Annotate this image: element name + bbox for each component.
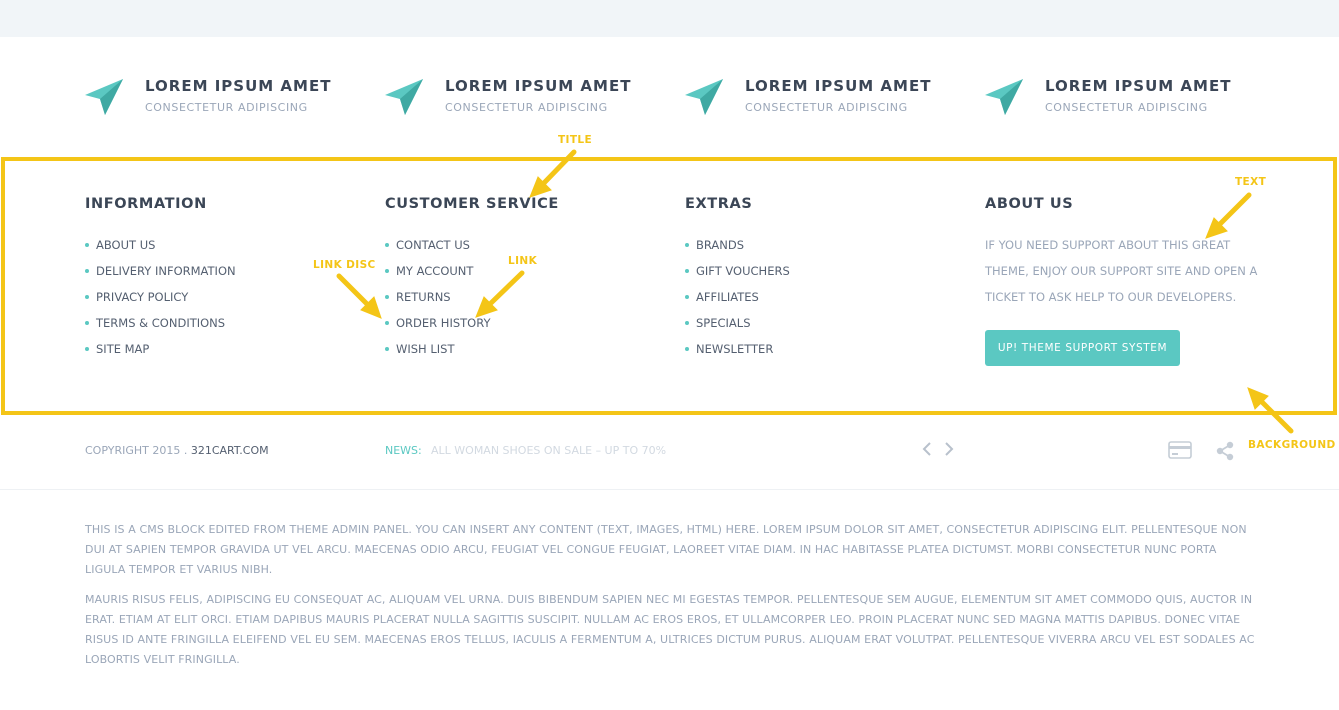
feature-title: LOREM IPSUM AMET	[1045, 77, 1232, 95]
footer-link-gift-vouchers[interactable]: GIFT VOUCHERS	[685, 258, 790, 284]
footer-link-privacy-policy[interactable]: PRIVACY POLICY	[85, 284, 236, 310]
link-label: ABOUT US	[96, 238, 156, 252]
footer-column-about-us: ABOUT US IF YOU NEED SUPPORT ABOUT THIS …	[985, 196, 1275, 366]
column-title: INFORMATION	[85, 196, 207, 212]
link-label: RETURNS	[396, 290, 451, 304]
footer-link-wish-list[interactable]: WISH LIST	[385, 336, 559, 362]
annotation-link-disc: LINK DISC	[313, 259, 376, 271]
link-label: CONTACT US	[396, 238, 470, 252]
annotation-text: TEXT	[1235, 176, 1267, 188]
link-label: WISH LIST	[396, 342, 455, 356]
footer-link-affiliates[interactable]: AFFILIATES	[685, 284, 790, 310]
feature-subtitle: CONSECTETUR ADIPISCING	[445, 101, 608, 114]
cms-paragraph: THIS IS A CMS BLOCK EDITED FROM THEME AD…	[85, 523, 1247, 576]
link-disc	[385, 347, 389, 351]
feature-item: LOREM IPSUM AMET CONSECTETUR ADIPISCING	[85, 75, 365, 119]
footer-link-order-history[interactable]: ORDER HISTORY	[385, 310, 559, 336]
footer-link-delivery-information[interactable]: DELIVERY INFORMATION	[85, 258, 236, 284]
link-label: MY ACCOUNT	[396, 264, 474, 278]
link-disc	[685, 347, 689, 351]
chevron-left-icon[interactable]	[918, 438, 936, 460]
paper-plane-icon	[985, 79, 1023, 115]
footer-link-about-us[interactable]: ABOUT US	[85, 232, 236, 258]
paper-plane-icon	[385, 79, 423, 115]
link-disc	[85, 295, 89, 299]
feature-item: LOREM IPSUM AMET CONSECTETUR ADIPISCING	[385, 75, 665, 119]
copyright-site-link[interactable]: 321CART.COM	[191, 444, 269, 457]
copyright: COPYRIGHT 2015 . 321CART.COM	[85, 444, 269, 457]
link-list: BRANDS GIFT VOUCHERS AFFILIATES SPECIALS…	[685, 232, 790, 362]
footer-link-specials[interactable]: SPECIALS	[685, 310, 790, 336]
link-label: GIFT VOUCHERS	[696, 264, 790, 278]
footer-link-returns[interactable]: RETURNS	[385, 284, 559, 310]
link-disc	[685, 269, 689, 273]
footer-link-newsletter[interactable]: NEWSLETTER	[685, 336, 790, 362]
link-label: BRANDS	[696, 238, 745, 252]
about-text: IF YOU NEED SUPPORT ABOUT THIS GREAT THE…	[985, 238, 1258, 304]
link-disc	[85, 269, 89, 273]
link-disc	[385, 295, 389, 299]
footer-column-extras: EXTRAS BRANDS GIFT VOUCHERS AFFILIATES S…	[685, 196, 790, 362]
link-list: CONTACT US MY ACCOUNT RETURNS ORDER HIST…	[385, 232, 559, 362]
feature-title: LOREM IPSUM AMET	[745, 77, 932, 95]
footer-link-terms-conditions[interactable]: TERMS & CONDITIONS	[85, 310, 236, 336]
credit-card-icon	[1168, 441, 1192, 459]
link-disc	[685, 243, 689, 247]
footer-column-information: INFORMATION ABOUT US DELIVERY INFORMATIO…	[85, 196, 236, 362]
feature-item: LOREM IPSUM AMET CONSECTETUR ADIPISCING	[985, 75, 1265, 119]
link-label: AFFILIATES	[696, 290, 759, 304]
link-disc	[85, 321, 89, 325]
link-label: SPECIALS	[696, 316, 751, 330]
feature-row: LOREM IPSUM AMET CONSECTETUR ADIPISCING …	[0, 37, 1339, 157]
link-label: TERMS & CONDITIONS	[96, 316, 226, 330]
link-disc	[385, 321, 389, 325]
feature-subtitle: CONSECTETUR ADIPISCING	[1045, 101, 1208, 114]
column-title: ABOUT US	[985, 196, 1074, 212]
link-label: SITE MAP	[96, 342, 150, 356]
bottom-bar: COPYRIGHT 2015 . 321CART.COM NEWS: ALL W…	[0, 418, 1339, 490]
cms-paragraph: MAURIS RISUS FELIS, ADIPISCING EU CONSEQ…	[85, 593, 1255, 666]
link-disc	[385, 269, 389, 273]
share-icon[interactable]	[1214, 440, 1236, 462]
top-band	[0, 0, 1339, 37]
link-disc	[685, 321, 689, 325]
paper-plane-icon	[85, 79, 123, 115]
link-disc	[85, 347, 89, 351]
feature-subtitle: CONSECTETUR ADIPISCING	[745, 101, 908, 114]
annotation-title: TITLE	[558, 134, 593, 146]
annotation-link: LINK	[508, 255, 538, 267]
copyright-text: COPYRIGHT 2015 .	[85, 444, 188, 457]
news-label: NEWS:	[385, 444, 422, 457]
feature-title: LOREM IPSUM AMET	[145, 77, 332, 95]
paper-plane-icon	[685, 79, 723, 115]
column-title: EXTRAS	[685, 196, 753, 212]
footer-link-brands[interactable]: BRANDS	[685, 232, 790, 258]
link-label: PRIVACY POLICY	[96, 290, 189, 304]
link-label: DELIVERY INFORMATION	[96, 264, 236, 278]
feature-item: LOREM IPSUM AMET CONSECTETUR ADIPISCING	[685, 75, 965, 119]
link-label: NEWSLETTER	[696, 342, 774, 356]
theme-support-button[interactable]: UP! THEME SUPPORT SYSTEM	[985, 330, 1180, 366]
cms-block: THIS IS A CMS BLOCK EDITED FROM THEME AD…	[85, 520, 1257, 670]
link-list: ABOUT US DELIVERY INFORMATION PRIVACY PO…	[85, 232, 236, 362]
news-ticker-text[interactable]: ALL WOMAN SHOES ON SALE – UP TO 70%	[431, 444, 666, 457]
column-title: CUSTOMER SERVICE	[385, 196, 559, 212]
chevron-right-icon[interactable]	[940, 438, 958, 460]
link-disc	[385, 243, 389, 247]
footer-link-site-map[interactable]: SITE MAP	[85, 336, 236, 362]
link-label: ORDER HISTORY	[396, 316, 491, 330]
footer-column-customer-service: CUSTOMER SERVICE CONTACT US MY ACCOUNT R…	[385, 196, 559, 362]
feature-subtitle: CONSECTETUR ADIPISCING	[145, 101, 308, 114]
feature-title: LOREM IPSUM AMET	[445, 77, 632, 95]
link-disc	[685, 295, 689, 299]
link-disc	[85, 243, 89, 247]
